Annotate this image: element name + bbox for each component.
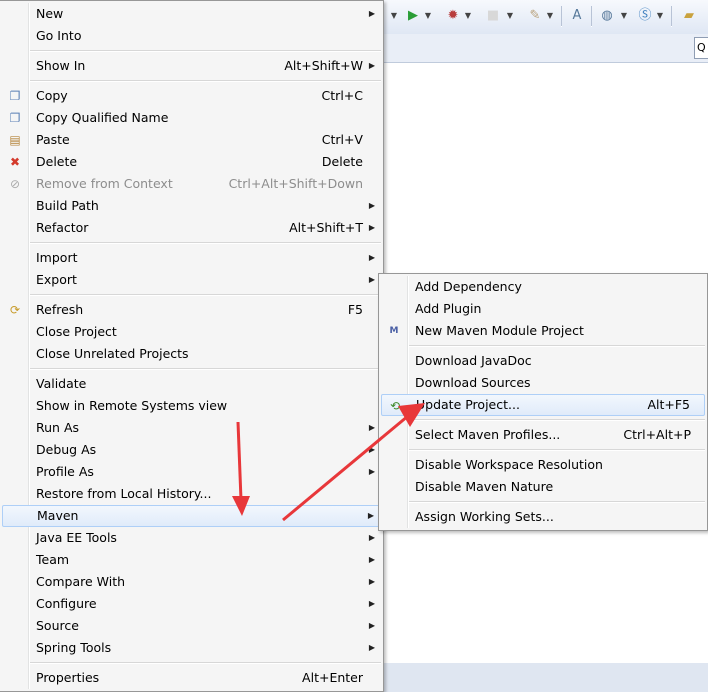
menu-item-build-path[interactable]: Build Path ▶ bbox=[2, 195, 381, 217]
update-project-icon: ⟲ bbox=[389, 399, 401, 413]
menu-item-select-maven-profiles[interactable]: Select Maven Profiles... Ctrl+Alt+P bbox=[381, 424, 705, 446]
menu-separator bbox=[409, 501, 705, 503]
toolbar-separator bbox=[671, 6, 672, 27]
menu-item-close-project[interactable]: Close Project bbox=[2, 321, 381, 343]
toolbar-separator bbox=[561, 6, 562, 27]
web-browser-icon[interactable]: ◍ bbox=[599, 8, 615, 24]
stop-dropdown-icon[interactable]: ▼ bbox=[505, 8, 515, 24]
submenu-arrow-icon: ▶ bbox=[368, 533, 375, 542]
refresh-icon: ⟳ bbox=[9, 303, 21, 317]
submenu-arrow-icon: ▶ bbox=[368, 599, 375, 608]
menu-separator bbox=[30, 50, 381, 52]
menu-item-close-unrelated-projects[interactable]: Close Unrelated Projects bbox=[2, 343, 381, 365]
submenu-arrow-icon: ▶ bbox=[368, 9, 375, 18]
debug-icon[interactable]: ✹ bbox=[445, 8, 461, 24]
menu-item-disable-workspace-resolution[interactable]: Disable Workspace Resolution bbox=[381, 454, 705, 476]
spring-icon[interactable]: Ⓢ bbox=[637, 8, 653, 24]
maven-submenu: Add Dependency Add Plugin M New Maven Mo… bbox=[378, 273, 708, 531]
copy-qualified-icon: ❐ bbox=[9, 111, 21, 125]
menu-item-delete[interactable]: ✖ Delete Delete bbox=[2, 151, 381, 173]
menu-item-refactor[interactable]: Refactor Alt+Shift+T ▶ bbox=[2, 217, 381, 239]
external-tools-dropdown-icon[interactable]: ▼ bbox=[545, 8, 555, 24]
project-context-menu: New ▶ Go Into Show In Alt+Shift+W ▶ ❐ Co… bbox=[0, 0, 384, 692]
menu-item-maven[interactable]: Maven ▶ bbox=[2, 505, 381, 527]
menu-item-export[interactable]: Export ▶ bbox=[2, 269, 381, 291]
status-bar bbox=[383, 663, 708, 692]
toolbar-separator bbox=[591, 6, 592, 27]
web-browser-dropdown-icon[interactable]: ▼ bbox=[619, 8, 629, 24]
menu-item-debug-as[interactable]: Debug As ▶ bbox=[2, 439, 381, 461]
submenu-arrow-icon: ▶ bbox=[368, 61, 375, 70]
menu-separator bbox=[409, 419, 705, 421]
menu-item-configure[interactable]: Configure ▶ bbox=[2, 593, 381, 615]
menu-item-update-project[interactable]: ⟲ Update Project... Alt+F5 bbox=[381, 394, 705, 416]
menu-separator bbox=[30, 294, 381, 296]
menu-item-java-ee-tools[interactable]: Java EE Tools ▶ bbox=[2, 527, 381, 549]
quick-access-input[interactable]: Q bbox=[694, 37, 708, 59]
submenu-arrow-icon: ▶ bbox=[368, 275, 375, 284]
spell-check-icon[interactable]: A bbox=[569, 8, 585, 24]
menu-item-profile-as[interactable]: Profile As ▶ bbox=[2, 461, 381, 483]
run-dropdown-icon[interactable]: ▼ bbox=[423, 8, 433, 24]
submenu-arrow-icon: ▶ bbox=[368, 555, 375, 564]
menu-separator bbox=[30, 242, 381, 244]
menu-item-add-plugin[interactable]: Add Plugin bbox=[381, 298, 705, 320]
menu-item-new[interactable]: New ▶ bbox=[2, 3, 381, 25]
menu-separator bbox=[30, 80, 381, 82]
ide-secondary-toolbar: Q bbox=[383, 34, 708, 63]
menu-separator bbox=[30, 368, 381, 370]
menu-item-properties[interactable]: Properties Alt+Enter bbox=[2, 667, 381, 689]
menu-item-team[interactable]: Team ▶ bbox=[2, 549, 381, 571]
maven-module-icon: M bbox=[389, 326, 399, 336]
copy-icon: ❐ bbox=[9, 89, 21, 103]
menu-separator bbox=[30, 662, 381, 664]
paste-icon: ▤ bbox=[9, 133, 21, 147]
submenu-arrow-icon: ▶ bbox=[368, 621, 375, 630]
menu-item-add-dependency[interactable]: Add Dependency bbox=[381, 276, 705, 298]
menu-item-paste[interactable]: ▤ Paste Ctrl+V bbox=[2, 129, 381, 151]
menu-item-new-maven-module-project[interactable]: M New Maven Module Project bbox=[381, 320, 705, 342]
submenu-arrow-icon: ▶ bbox=[368, 445, 375, 454]
submenu-arrow-icon: ▶ bbox=[368, 253, 375, 262]
submenu-arrow-icon: ▶ bbox=[367, 511, 374, 520]
submenu-arrow-icon: ▶ bbox=[368, 467, 375, 476]
menu-item-assign-working-sets[interactable]: Assign Working Sets... bbox=[381, 506, 705, 528]
stop-icon: ■ bbox=[486, 8, 500, 23]
debug-dropdown-icon[interactable]: ▼ bbox=[463, 8, 473, 24]
menu-item-download-javadoc[interactable]: Download JavaDoc bbox=[381, 350, 705, 372]
submenu-arrow-icon: ▶ bbox=[368, 577, 375, 586]
submenu-arrow-icon: ▶ bbox=[368, 201, 375, 210]
menu-item-disable-maven-nature[interactable]: Disable Maven Nature bbox=[381, 476, 705, 498]
spring-dropdown-icon[interactable]: ▼ bbox=[655, 8, 665, 24]
remove-context-icon: ⊘ bbox=[9, 177, 21, 191]
menu-item-source[interactable]: Source ▶ bbox=[2, 615, 381, 637]
ide-main-toolbar: ▼ ▶ ▼ ✹ ▼ ■ ▼ ✎ ▼ A ◍ ▼ Ⓢ ▼ ▰ bbox=[383, 0, 708, 35]
menu-item-copy[interactable]: ❐ Copy Ctrl+C bbox=[2, 85, 381, 107]
menu-item-restore-local-history[interactable]: Restore from Local History... bbox=[2, 483, 381, 505]
menu-item-remove-from-context: ⊘ Remove from Context Ctrl+Alt+Shift+Dow… bbox=[2, 173, 381, 195]
menu-item-copy-qualified-name[interactable]: ❐ Copy Qualified Name bbox=[2, 107, 381, 129]
menu-item-run-as[interactable]: Run As ▶ bbox=[2, 417, 381, 439]
delete-icon: ✖ bbox=[9, 155, 21, 169]
dropdown-arrow-icon[interactable]: ▼ bbox=[389, 8, 399, 24]
external-tools-icon[interactable]: ✎ bbox=[527, 8, 543, 24]
submenu-arrow-icon: ▶ bbox=[368, 643, 375, 652]
open-folder-icon[interactable]: ▰ bbox=[681, 8, 697, 24]
menu-item-download-sources[interactable]: Download Sources bbox=[381, 372, 705, 394]
menu-item-import[interactable]: Import ▶ bbox=[2, 247, 381, 269]
submenu-arrow-icon: ▶ bbox=[368, 423, 375, 432]
menu-item-show-in-remote-systems[interactable]: Show in Remote Systems view bbox=[2, 395, 381, 417]
menu-item-refresh[interactable]: ⟳ Refresh F5 bbox=[2, 299, 381, 321]
submenu-arrow-icon: ▶ bbox=[368, 223, 375, 232]
menu-item-validate[interactable]: Validate bbox=[2, 373, 381, 395]
menu-item-spring-tools[interactable]: Spring Tools ▶ bbox=[2, 637, 381, 659]
menu-separator bbox=[409, 449, 705, 451]
run-icon[interactable]: ▶ bbox=[405, 8, 421, 24]
menu-separator bbox=[409, 345, 705, 347]
menu-item-show-in[interactable]: Show In Alt+Shift+W ▶ bbox=[2, 55, 381, 77]
menu-item-compare-with[interactable]: Compare With ▶ bbox=[2, 571, 381, 593]
menu-item-go-into[interactable]: Go Into bbox=[2, 25, 381, 47]
